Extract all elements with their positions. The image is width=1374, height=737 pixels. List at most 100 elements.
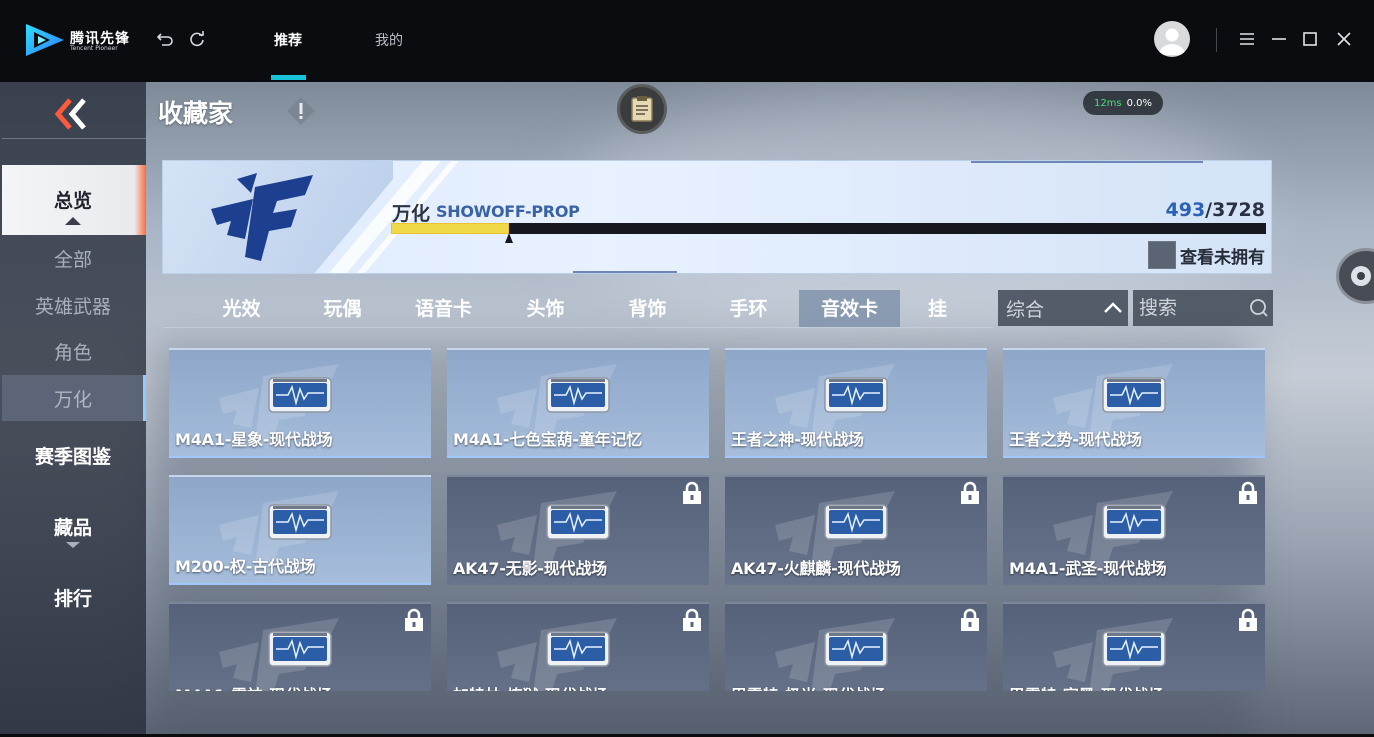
item-name: 巴雷特-极光-现代战场 — [731, 682, 886, 691]
titlebar: 腾讯先锋 Tencent Pioneer 推荐 我的 — [0, 0, 1374, 80]
chevron-up-icon — [1098, 290, 1128, 326]
sidebar-item-ranking[interactable]: 排行 — [0, 584, 146, 611]
sidebar-item-collectibles[interactable]: 藏品 — [0, 513, 146, 548]
back-icon[interactable] — [155, 28, 175, 50]
sound-card-icon — [268, 631, 332, 667]
sort-dropdown[interactable]: 综合 — [998, 290, 1128, 326]
tab-backwear[interactable]: 背饰 — [597, 290, 698, 327]
back-chevron-icon[interactable] — [50, 96, 94, 132]
item-name: 王者之势-现代战场 — [1009, 430, 1142, 449]
collection-subtitle: SHOWOFF-PROP — [436, 202, 580, 221]
lock-icon — [961, 608, 979, 631]
progress-marker — [505, 233, 514, 243]
sound-card-icon — [546, 631, 610, 667]
notes-icon — [631, 96, 653, 122]
sidebar-item-season-collection[interactable]: 赛季图鉴 — [0, 442, 146, 469]
page-title: 收藏家 — [158, 99, 234, 128]
item-name: M200-权-古代战场 — [175, 557, 316, 576]
caret-up-icon — [65, 217, 81, 225]
sidebar-divider — [2, 138, 146, 139]
search-field[interactable] — [1133, 290, 1273, 326]
sound-card-icon — [546, 504, 610, 540]
crossfire-logo-icon — [211, 173, 313, 261]
unowned-label: 查看未拥有 — [1180, 247, 1265, 268]
item-card[interactable]: 王者之神-现代战场 — [725, 348, 987, 458]
sound-card-icon — [1102, 631, 1166, 667]
item-card[interactable]: M200-权-古代战场 — [169, 475, 431, 585]
item-card[interactable]: 王者之势-现代战场 — [1003, 348, 1265, 458]
item-name: 王者之神-现代战场 — [731, 430, 864, 449]
collection-banner: 万化 SHOWOFF-PROP 493/3728 查看未拥有 — [162, 160, 1272, 274]
show-unowned-toggle[interactable]: 查看未拥有 — [1148, 241, 1265, 269]
item-name: AK47-火麒麟-现代战场 — [731, 559, 901, 578]
sound-card-icon — [824, 377, 888, 413]
banner-accent-line — [971, 161, 1203, 163]
progress-fill — [391, 223, 510, 234]
app-logo: 腾讯先锋 Tencent Pioneer — [24, 22, 129, 60]
item-card[interactable]: AK47-无影-现代战场 — [447, 475, 709, 585]
item-name: 巴雷特-寂黑-现代战场 — [1009, 682, 1164, 691]
network-status: 12ms 0.0% — [1083, 91, 1163, 115]
lock-icon — [683, 608, 701, 631]
sound-card-icon — [824, 504, 888, 540]
item-card[interactable]: M4A1-星象-现代战场 — [169, 348, 431, 458]
game-viewport: 总览 全部 英雄武器 角色 万化 赛季图鉴 藏品 排行 收藏家 12ms 0.0… — [0, 82, 1374, 737]
item-name: M4A1-武圣-现代战场 — [1009, 559, 1167, 578]
total-count: /3728 — [1205, 199, 1265, 221]
minimize-icon[interactable] — [1269, 28, 1289, 50]
item-card[interactable]: M4A1-雷神-现代战场 — [169, 602, 431, 691]
search-input[interactable] — [1139, 297, 1245, 319]
item-card[interactable]: AK47-火麒麟-现代战场 — [725, 475, 987, 585]
lock-icon — [961, 481, 979, 504]
sort-label: 综合 — [1006, 298, 1045, 321]
notes-button[interactable] — [617, 84, 667, 134]
info-icon[interactable] — [286, 96, 316, 126]
sound-card-icon — [268, 377, 332, 413]
tab-doll[interactable]: 玩偶 — [292, 290, 393, 327]
tab-bracelet[interactable]: 手环 — [698, 290, 799, 327]
sound-card-icon — [824, 631, 888, 667]
item-card[interactable]: 巴雷特-极光-现代战场 — [725, 602, 987, 691]
owned-count: 493 — [1165, 199, 1206, 221]
tab-voice-card[interactable]: 语音卡 — [393, 290, 494, 327]
avatar[interactable] — [1154, 21, 1190, 57]
search-icon[interactable] — [1245, 293, 1273, 323]
item-name: M4A1-星象-现代战场 — [175, 430, 333, 449]
tab-mine[interactable]: 我的 — [375, 30, 403, 50]
tab-pendant[interactable]: 挂 — [900, 290, 947, 327]
sound-card-icon — [1102, 377, 1166, 413]
tab-recommend[interactable]: 推荐 — [274, 30, 302, 50]
item-name: M4A1-七色宝葫-童年记忆 — [453, 430, 643, 449]
item-card[interactable]: 巴雷特-寂黑-现代战场 — [1003, 602, 1265, 691]
lock-icon — [1239, 481, 1257, 504]
lock-icon — [405, 608, 423, 631]
menu-icon[interactable] — [1237, 28, 1257, 50]
latency-readout: 12ms — [1093, 97, 1122, 109]
tencent-pioneer-logo-icon — [26, 24, 64, 56]
sidebar-item-hero-weapons[interactable]: 英雄武器 — [0, 292, 146, 319]
sidebar-item-overview[interactable]: 总览 — [0, 186, 146, 225]
item-card[interactable]: M4A1-武圣-现代战场 — [1003, 475, 1265, 585]
close-icon[interactable] — [1334, 28, 1354, 50]
sidebar-item-all[interactable]: 全部 — [0, 245, 146, 272]
refresh-icon[interactable] — [187, 28, 207, 50]
maximize-icon[interactable] — [1300, 28, 1320, 50]
item-grid: M4A1-星象-现代战场 M4A1-七色宝葫-童年记忆 王者之神-现代战场 王者之势-… — [169, 348, 1269, 691]
lock-icon — [683, 481, 701, 504]
sidebar-item-characters[interactable]: 角色 — [0, 338, 146, 365]
item-card[interactable]: 加特林-炼狱-现代战场 — [447, 602, 709, 691]
sidebar-item-showoff-prop[interactable]: 万化 — [0, 385, 146, 412]
titlebar-divider — [1216, 28, 1217, 52]
caret-down-icon — [66, 542, 80, 548]
sound-card-icon — [546, 377, 610, 413]
tab-headwear[interactable]: 头饰 — [495, 290, 596, 327]
sidebar: 总览 全部 英雄武器 角色 万化 赛季图鉴 藏品 排行 — [0, 82, 146, 737]
unowned-checkbox[interactable] — [1148, 241, 1176, 269]
item-card[interactable]: M4A1-七色宝葫-童年记忆 — [447, 348, 709, 458]
sound-card-icon — [1102, 504, 1166, 540]
tab-light-effect[interactable]: 光效 — [191, 290, 292, 327]
logo-subtext: Tencent Pioneer — [70, 45, 118, 52]
lock-icon — [1239, 608, 1257, 631]
tab-sound-card[interactable]: 音效卡 — [799, 290, 900, 327]
side-menu-handle[interactable] — [1336, 248, 1374, 304]
